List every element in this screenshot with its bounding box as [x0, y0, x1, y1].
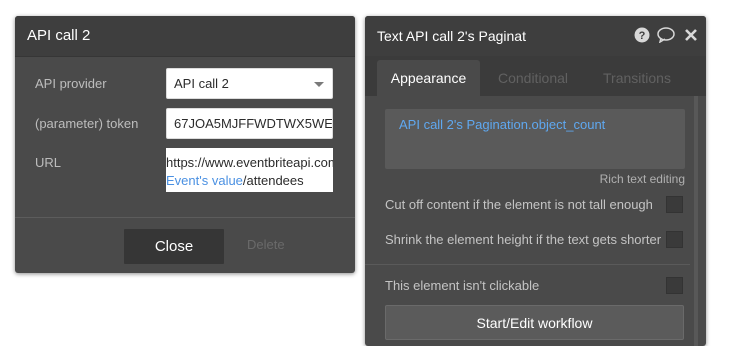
svg-text:?: ? — [639, 30, 646, 42]
token-value: 67JOA5MJFFWDTWX5WEGP — [174, 116, 333, 131]
api-provider-label: API provider — [35, 76, 107, 91]
rich-text-editor[interactable]: API call 2's Pagination.object_count — [385, 109, 685, 169]
tab-appearance[interactable]: Appearance — [377, 60, 480, 96]
delete-button[interactable]: Delete — [247, 237, 285, 252]
dialog-header[interactable]: API call 2 — [15, 16, 355, 57]
url-input[interactable]: https://www.eventbriteapi.com Event's va… — [166, 148, 333, 192]
start-edit-workflow-button[interactable]: Start/Edit workflow — [385, 305, 684, 340]
help-icon[interactable]: ? — [633, 26, 651, 44]
shrink-height-label: Shrink the element height if the text ge… — [385, 232, 662, 247]
editor-title: Text API call 2's Paginat — [377, 28, 526, 44]
token-label: (parameter) token — [35, 116, 139, 131]
not-clickable-checkbox[interactable] — [666, 277, 683, 294]
rich-text-dynamic-value[interactable]: API call 2's Pagination.object_count — [399, 117, 605, 132]
close-icon[interactable] — [682, 26, 700, 44]
comment-icon[interactable] — [657, 26, 675, 44]
editor-tabs: Appearance Conditional Transitions — [365, 56, 706, 96]
cut-off-content-label: Cut off content if the element is not ta… — [385, 197, 653, 212]
api-call-dialog: API call 2 API provider API call 2 (para… — [15, 16, 355, 273]
tab-transitions[interactable]: Transitions — [591, 60, 683, 96]
url-text-line2: Event's value/attendees — [166, 173, 304, 188]
cut-off-content-checkbox[interactable] — [666, 196, 683, 213]
editor-header[interactable]: Text API call 2's Paginat ? — [365, 16, 706, 57]
section-divider — [365, 264, 690, 265]
scrollbar[interactable] — [694, 96, 698, 346]
footer-divider — [15, 217, 355, 218]
url-text-line1: https://www.eventbriteapi.com — [166, 155, 333, 170]
close-button[interactable]: Close — [124, 229, 224, 264]
chevron-down-icon — [314, 82, 324, 87]
property-editor: Text API call 2's Paginat ? Appearance C… — [365, 16, 706, 346]
url-suffix: /attendees — [242, 173, 304, 188]
url-label: URL — [35, 155, 62, 170]
api-provider-value: API call 2 — [174, 76, 229, 91]
tab-conditional[interactable]: Conditional — [487, 60, 579, 96]
rich-text-editing-link[interactable]: Rich text editing — [600, 172, 685, 186]
dialog-title: API call 2 — [27, 27, 91, 44]
shrink-height-checkbox[interactable] — [666, 231, 683, 248]
api-provider-dropdown[interactable]: API call 2 — [166, 68, 333, 99]
not-clickable-label: This element isn't clickable — [385, 278, 540, 293]
token-input[interactable]: 67JOA5MJFFWDTWX5WEGP — [166, 108, 333, 139]
url-dynamic-value[interactable]: Event's value — [166, 173, 243, 188]
